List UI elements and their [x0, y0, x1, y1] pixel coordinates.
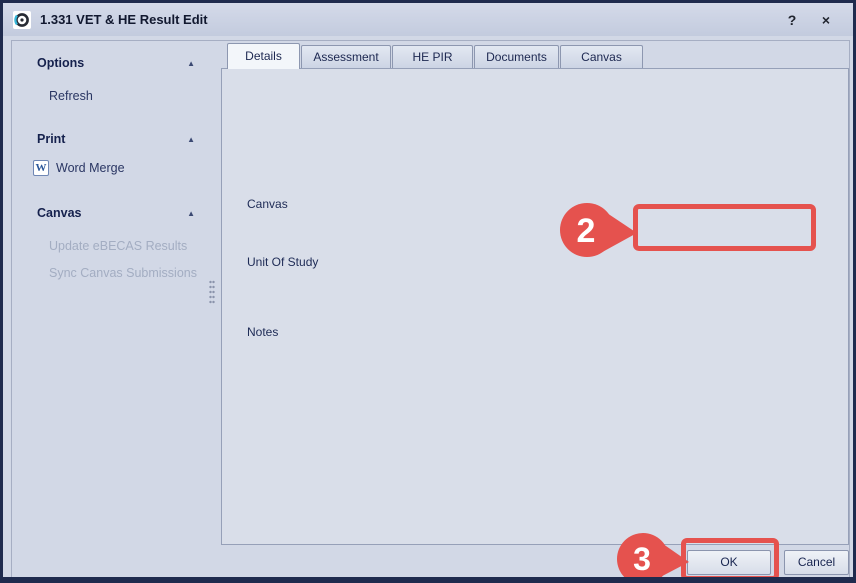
step-3-number: 3: [633, 541, 651, 577]
section-title: Print: [37, 132, 65, 146]
help-button[interactable]: ?: [775, 12, 809, 28]
collapse-arrow-icon: ▲: [187, 135, 195, 144]
window-title: 1.331 VET & HE Result Edit: [40, 12, 775, 27]
sidebar-section-print[interactable]: Print ▲: [37, 132, 195, 146]
tab-canvas[interactable]: Canvas: [560, 45, 643, 68]
tab-assessment[interactable]: Assessment: [301, 45, 391, 68]
section-title: Canvas: [37, 206, 81, 220]
sidebar-item-refresh[interactable]: Refresh: [49, 89, 93, 103]
notes-group-legend: Notes: [243, 325, 282, 339]
app-icon: [13, 11, 31, 29]
sidebar-section-options[interactable]: Options ▲: [37, 56, 195, 70]
close-button[interactable]: ×: [809, 12, 843, 28]
cancel-button[interactable]: Cancel: [784, 550, 849, 575]
sidebar-item-label: Word Merge: [56, 161, 125, 175]
canvas-group-legend: Canvas: [243, 197, 292, 211]
word-icon: W: [33, 160, 49, 176]
tab-he-pir[interactable]: HE PIR: [392, 45, 473, 68]
tab-details[interactable]: Details: [227, 43, 300, 69]
sidebar-section-canvas[interactable]: Canvas ▲: [37, 206, 195, 220]
sidebar-splitter-handle[interactable]: [209, 280, 215, 304]
tab-documents[interactable]: Documents: [474, 45, 559, 68]
step-3-callout-arrow: 3: [607, 531, 691, 583]
collapse-arrow-icon: ▲: [187, 209, 195, 218]
details-tab-panel: [221, 68, 849, 545]
title-bar: 1.331 VET & HE Result Edit ? ×: [3, 3, 853, 36]
section-title: Options: [37, 56, 84, 70]
step-2-callout-arrow: 2: [551, 199, 641, 261]
sidebar-item-word-merge[interactable]: W Word Merge: [33, 160, 125, 176]
sidebar-item-sync-canvas-submissions[interactable]: Sync Canvas Submissions: [49, 266, 197, 280]
sidebar-item-update-ebecas-results[interactable]: Update eBECAS Results: [49, 239, 187, 253]
step-2-number: 2: [577, 212, 596, 250]
dialog-window: 1.331 VET & HE Result Edit ? × Options ▲…: [0, 0, 856, 583]
highlight-rect-lock-canvas-results: [633, 204, 816, 251]
unit-of-study-group-legend: Unit Of Study: [243, 255, 322, 269]
collapse-arrow-icon: ▲: [187, 59, 195, 68]
highlight-rect-ok-button: [681, 538, 779, 581]
